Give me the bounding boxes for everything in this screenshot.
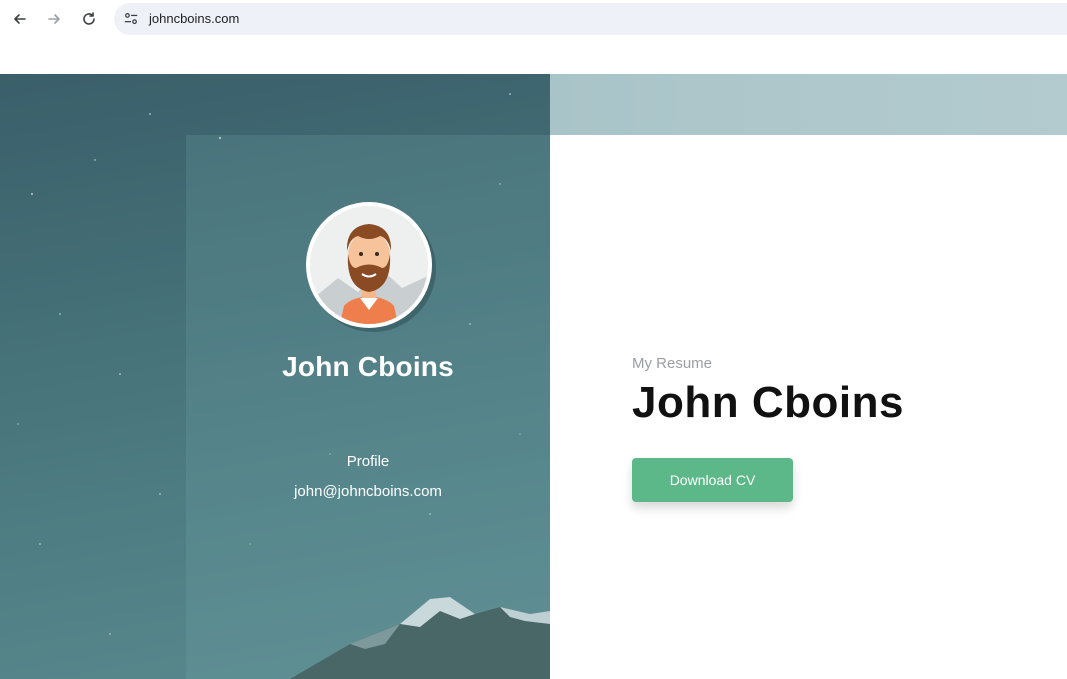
site-info-button[interactable] — [122, 10, 140, 28]
reload-icon — [83, 12, 95, 25]
header-strip — [550, 74, 1067, 135]
avatar — [306, 202, 432, 328]
url-text[interactable]: johncboins.com — [149, 11, 239, 26]
page-title: John Cboins — [632, 378, 904, 427]
profile-name: John Cboins — [282, 351, 454, 382]
profile-email[interactable]: john@johncboins.com — [186, 483, 550, 500]
resume-page: John Cboins Profile john@johncboins.com … — [0, 74, 1067, 679]
bearded-man-avatar-icon — [310, 206, 428, 324]
profile-card: John Cboins Profile john@johncboins.com — [186, 135, 550, 679]
download-cv-button[interactable]: Download CV — [632, 458, 793, 502]
address-bar[interactable]: johncboins.com — [114, 3, 1067, 35]
profile-role: Profile — [346, 453, 390, 470]
tune-icon — [124, 13, 138, 25]
forward-button[interactable] — [44, 9, 64, 29]
back-button[interactable] — [10, 9, 30, 29]
reload-button[interactable] — [79, 9, 99, 29]
arrow-right-icon — [48, 14, 60, 24]
browser-toolbar: johncboins.com — [0, 0, 1067, 74]
arrow-left-icon — [14, 14, 26, 24]
resume-label: My Resume — [632, 355, 713, 372]
